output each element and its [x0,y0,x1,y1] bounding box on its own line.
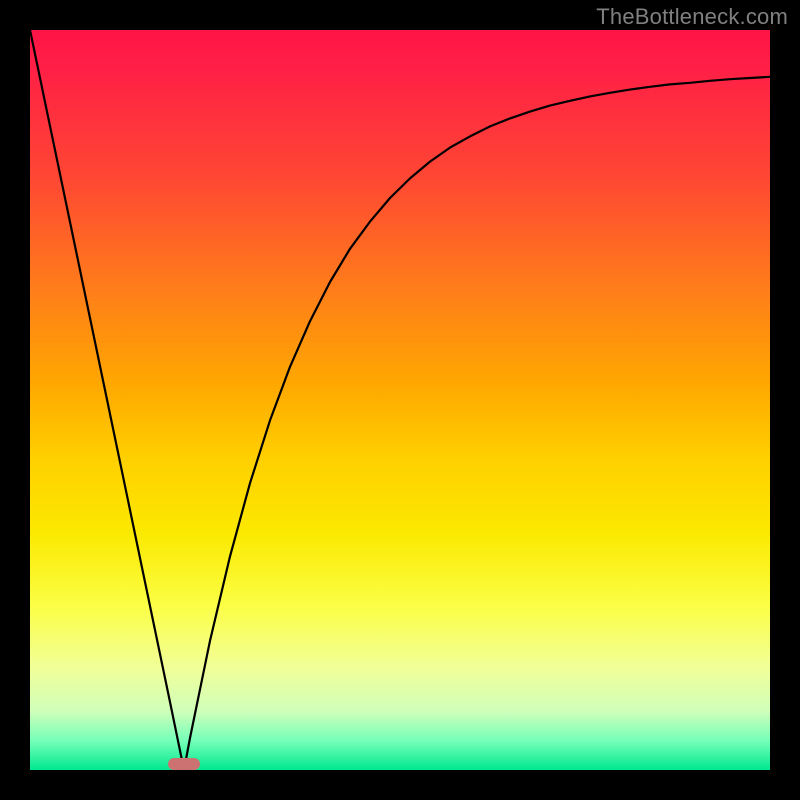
chart-container: TheBottleneck.com [0,0,800,800]
plot-area [30,30,770,770]
bottleneck-curve [30,30,770,770]
curve-right-branch [184,77,770,770]
curve-left-branch [30,30,184,770]
attribution-label: TheBottleneck.com [596,4,788,30]
minimum-marker [168,758,200,770]
